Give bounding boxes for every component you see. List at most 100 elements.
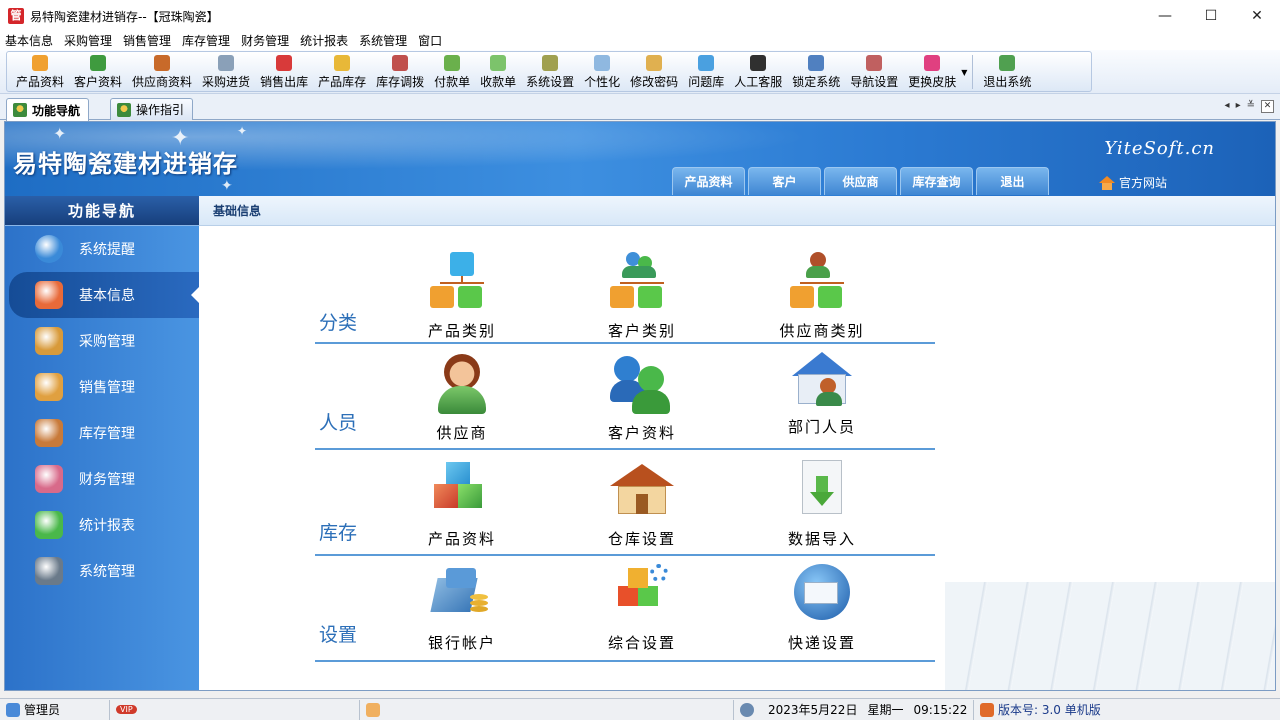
tab-operation-guide[interactable]: 操作指引	[110, 98, 194, 120]
menu-window[interactable]: 窗口	[413, 32, 448, 50]
toolbar-button[interactable]: 收款单	[475, 55, 521, 91]
stock-icon	[334, 55, 351, 71]
toolbar-button[interactable]: 人工客服	[729, 55, 787, 91]
section-label: 库存	[319, 522, 358, 544]
banner-tab-stock-query[interactable]: 库存查询	[900, 167, 973, 195]
tab-close-icon[interactable]: ✕	[1261, 100, 1274, 113]
tile-general-settings[interactable]: 综合设置	[587, 564, 697, 653]
tile-supplier-category[interactable]: 供应商类别	[767, 252, 877, 341]
content-area: 基础信息 分类 产品类别 客户类别 供应商类别 人员 供应商 客户资料 部门人员…	[199, 196, 1275, 690]
menu-purchase[interactable]: 采购管理	[59, 32, 118, 50]
menu-reports[interactable]: 统计报表	[295, 32, 354, 50]
nav-item[interactable]: 销售管理	[5, 364, 199, 410]
sparkle-icon: ✦	[237, 124, 248, 138]
warehouse-house-icon	[610, 460, 674, 524]
truck-icon	[218, 55, 235, 71]
banner-tab-suppliers[interactable]: 供应商	[824, 167, 897, 195]
toolbar-button[interactable]: 个性化	[579, 55, 625, 91]
toolbar-button[interactable]: 系统设置	[521, 55, 579, 91]
tile-customer-category[interactable]: 客户类别	[587, 252, 697, 341]
site-brand: YiteSoft.cn	[1104, 138, 1215, 159]
nav-item[interactable]: 财务管理	[5, 456, 199, 502]
tab-controls: ◂ ▸ ≚ ✕	[1225, 100, 1274, 113]
tab-function-nav[interactable]: 功能导航	[6, 98, 90, 121]
tile-bank-account[interactable]: 银行帐户	[407, 564, 517, 653]
finance-icon	[35, 465, 63, 493]
banner-tab-products[interactable]: 产品资料	[672, 167, 745, 195]
toolbar-button-label: 导航设置	[850, 75, 899, 89]
maximize-button[interactable]: ☐	[1188, 0, 1234, 32]
exit-icon	[999, 55, 1016, 71]
menu-finance[interactable]: 财务管理	[236, 32, 295, 50]
toolbar-button[interactable]: 付款单	[429, 55, 475, 91]
nav-item[interactable]: 系统管理	[5, 548, 199, 594]
tab-guide-icon	[117, 102, 131, 117]
status-version-label: 版本号: 3.0 单机版	[998, 703, 1101, 717]
status-time: 09:15:22	[913, 702, 968, 717]
window-title: 易特陶瓷建材进销存--【冠珠陶瓷】	[30, 9, 219, 24]
toolbar-button[interactable]: 退出系统	[978, 55, 1036, 91]
close-button[interactable]: ✕	[1234, 0, 1280, 32]
gears-cubes-icon	[610, 564, 674, 628]
personalize-icon	[594, 55, 611, 71]
banner-nav: 产品资料 客户 供应商 库存查询 退出	[672, 167, 1049, 195]
banner-tab-exit[interactable]: 退出	[976, 167, 1049, 195]
menu-sales[interactable]: 销售管理	[118, 32, 177, 50]
tile-department-staff[interactable]: 部门人员	[767, 352, 877, 437]
menu-basic-info[interactable]: 基本信息	[0, 32, 59, 50]
user-icon	[6, 702, 20, 717]
tile-product-category[interactable]: 产品类别	[407, 252, 517, 341]
tile-warehouse-settings[interactable]: 仓库设置	[587, 460, 697, 549]
nav-item[interactable]: 基本信息	[9, 272, 199, 318]
tile-customer-info[interactable]: 客户资料	[587, 354, 697, 443]
toolbar-button[interactable]: 修改密码	[625, 55, 683, 91]
toolbar-button-label: 锁定系统	[792, 75, 841, 89]
section-category: 分类 产品类别 客户类别 供应商类别	[315, 226, 935, 344]
sparkle-icon: ✦	[221, 178, 233, 194]
home-version-icon	[980, 702, 994, 717]
nav-item[interactable]: 统计报表	[5, 502, 199, 548]
tile-data-import[interactable]: 数据导入	[767, 460, 877, 549]
support-avatar-icon[interactable]	[366, 702, 380, 717]
tile-label: 银行帐户	[427, 634, 496, 652]
nav-item[interactable]: 库存管理	[5, 410, 199, 456]
toolbar-button[interactable]: 销售出库	[255, 55, 313, 91]
nav-item[interactable]: 系统提醒	[5, 226, 199, 272]
toolbar-button[interactable]: 锁定系统	[787, 55, 845, 91]
skin-dropdown-icon[interactable]: ▼	[961, 68, 967, 77]
nav-item-label: 系统管理	[79, 564, 135, 580]
toolbar-button[interactable]: 导航设置	[845, 55, 903, 91]
tile-product-info[interactable]: 产品资料	[407, 460, 517, 549]
minimize-button[interactable]: —	[1142, 0, 1188, 32]
vip-badge[interactable]: VIP	[116, 705, 137, 714]
nav-item[interactable]: 采购管理	[5, 318, 199, 364]
toolbar-button[interactable]: 采购进货	[197, 55, 255, 91]
tab-menu-icon[interactable]: ≚	[1247, 100, 1255, 113]
status-date: 2023年5月22日	[768, 703, 858, 717]
toolbar-button[interactable]: 产品资料	[11, 55, 69, 91]
banner-tab-customers[interactable]: 客户	[748, 167, 821, 195]
nav-item-label: 统计报表	[79, 518, 135, 534]
tile-label: 供应商	[436, 424, 488, 442]
toolbar-button[interactable]: 客户资料	[69, 55, 127, 91]
menu-bar: 基本信息 采购管理 销售管理 库存管理 财务管理 统计报表 系统管理 窗口	[0, 32, 1280, 50]
tile-express-settings[interactable]: 快递设置	[767, 564, 877, 653]
toolbar-button[interactable]: 更换皮肤	[903, 55, 961, 91]
transfer-icon	[392, 55, 409, 71]
tab-next-icon[interactable]: ▸	[1236, 100, 1241, 113]
left-nav: 功能导航 系统提醒 基本信息 采购管理 销售管理 库存管理 财务管理 统计报表 系统管理	[5, 196, 199, 690]
toolbar-button[interactable]: 库存调拨	[371, 55, 429, 91]
menu-system[interactable]: 系统管理	[354, 32, 413, 50]
status-weekday: 星期一	[867, 703, 904, 717]
toolbar-button[interactable]: 供应商资料	[127, 55, 197, 91]
official-site-link[interactable]: 官方网站	[1098, 174, 1167, 191]
menu-inventory[interactable]: 库存管理	[177, 32, 236, 50]
app-heading: 易特陶瓷建材进销存	[13, 150, 238, 178]
tile-supplier[interactable]: 供应商	[407, 354, 517, 443]
tile-label: 供应商类别	[779, 322, 865, 340]
toolbar-button[interactable]: 产品库存	[313, 55, 371, 91]
tile-label: 综合设置	[607, 634, 676, 652]
toolbar-button[interactable]: 问题库	[683, 55, 729, 91]
toolbar-buttons: 产品资料 客户资料 供应商资料 采购进货 销售出库 产品库存 库存调拨 付款单 收款单 系统设置个…	[6, 51, 1092, 92]
tab-prev-icon[interactable]: ◂	[1225, 100, 1230, 113]
